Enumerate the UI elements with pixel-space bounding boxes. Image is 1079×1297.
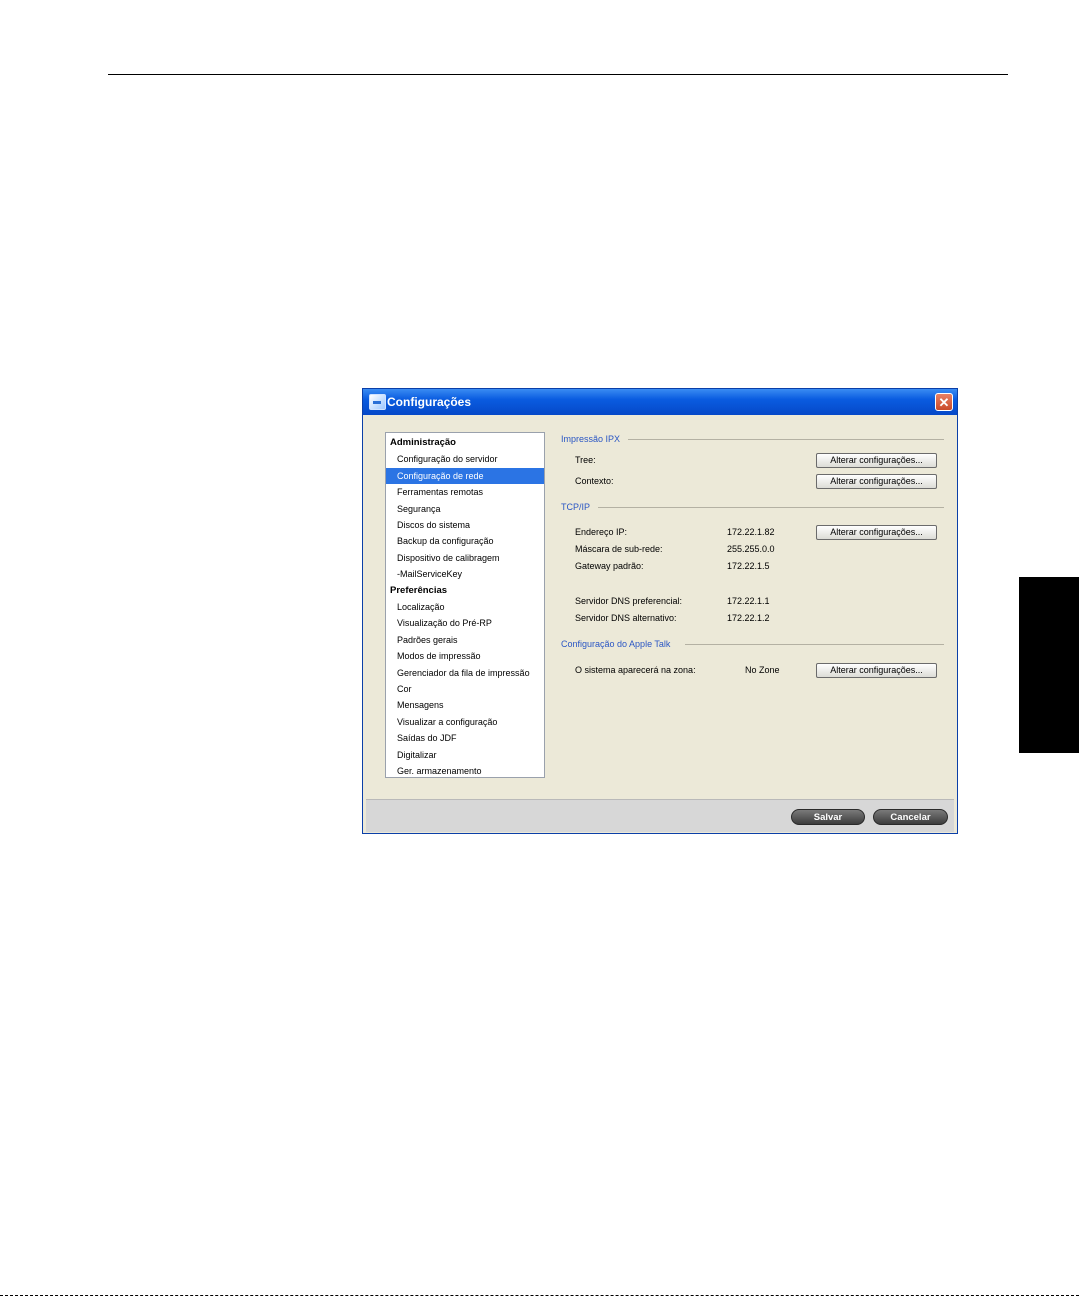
nav-item[interactable]: Modos de impressão	[386, 648, 544, 664]
nav-item[interactable]: Segurança	[386, 501, 544, 517]
nav-item[interactable]: Backup da configuração	[386, 533, 544, 549]
save-button[interactable]: Salvar	[791, 809, 865, 825]
change-tcpip-button[interactable]: Alterar configurações...	[816, 525, 937, 540]
group-divider-tcpip	[598, 507, 944, 508]
nav-item[interactable]: Ger. armazenamento	[386, 763, 544, 779]
subnet-mask-value: 255.255.0.0	[727, 544, 775, 554]
nav-section-header: Administração	[390, 437, 456, 448]
group-divider-ipx	[628, 439, 944, 440]
nav-item[interactable]: Localização	[386, 599, 544, 615]
nav-item[interactable]: Discos do sistema	[386, 517, 544, 533]
nav-item[interactable]: Cor	[386, 681, 544, 697]
nav-item[interactable]: Visualizar a configuração	[386, 714, 544, 730]
nav-item[interactable]: Digitalizar	[386, 747, 544, 763]
cancel-button[interactable]: Cancelar	[873, 809, 948, 825]
zone-label: O sistema aparecerá na zona:	[575, 665, 696, 675]
nav-item[interactable]: Padrões gerais	[386, 632, 544, 648]
nav-item[interactable]: -MailServiceKey	[386, 566, 544, 582]
tree-label: Tree:	[575, 455, 596, 465]
nav-item[interactable]: Configuração de rede	[386, 467, 544, 484]
window-content: Administração Configuração do servidor Con…	[366, 415, 954, 799]
group-title-ipx: Impressão IPX	[561, 434, 621, 444]
settings-window: Configurações ✕ Administração Configuraçã…	[362, 388, 958, 834]
page-top-rule	[108, 74, 1008, 75]
gateway-value: 172.22.1.5	[727, 561, 770, 571]
close-icon[interactable]: ✕	[935, 393, 953, 411]
gateway-label: Gateway padrão:	[575, 561, 644, 571]
context-label: Contexto:	[575, 476, 614, 486]
nav-item[interactable]: Configuração do servidor	[386, 451, 544, 467]
ip-address-label: Endereço IP:	[575, 527, 628, 537]
nav-item[interactable]: Gerenciador da fila de impressão	[386, 665, 544, 681]
group-title-appletalk: Configuração do Apple Talk	[561, 639, 671, 649]
change-appletalk-button[interactable]: Alterar configurações...	[816, 663, 937, 678]
dns-alternate-value: 172.22.1.2	[727, 613, 770, 623]
change-context-button[interactable]: Alterar configurações...	[816, 474, 937, 489]
nav-item[interactable]: Dispositivo de calibragem	[386, 550, 544, 566]
group-title-tcpip: TCP/IP	[561, 502, 591, 512]
change-tree-button[interactable]: Alterar configurações...	[816, 453, 937, 468]
page-side-tab	[1019, 577, 1079, 753]
network-settings-panel: Impressão IPX Tree: Alterar configuraçõe…	[561, 432, 946, 772]
title-bar[interactable]: Configurações ✕	[363, 389, 957, 415]
group-divider-appletalk	[685, 644, 944, 645]
nav-item[interactable]: Ferramentas remotas	[386, 484, 544, 500]
window-title: Configurações	[387, 395, 472, 409]
app-icon	[369, 394, 386, 410]
nav-item[interactable]: Visualização do Pré-RP	[386, 615, 544, 631]
ip-address-value: 172.22.1.82	[727, 527, 775, 537]
zone-value: No Zone	[745, 665, 780, 675]
nav-item[interactable]: Saídas do JDF	[386, 730, 544, 746]
dialog-footer: Salvar Cancelar	[366, 799, 954, 832]
settings-nav-list: Administração Configuração do servidor Con…	[385, 432, 545, 778]
page-bottom-rule	[0, 1295, 1079, 1296]
dns-preferred-label: Servidor DNS preferencial:	[575, 596, 683, 606]
dns-preferred-value: 172.22.1.1	[727, 596, 770, 606]
nav-item[interactable]: Mensagens	[386, 697, 544, 713]
subnet-mask-label: Máscara de sub-rede:	[575, 544, 663, 554]
dns-alternate-label: Servidor DNS alternativo:	[575, 613, 677, 623]
nav-section-header: Preferências	[390, 584, 448, 596]
